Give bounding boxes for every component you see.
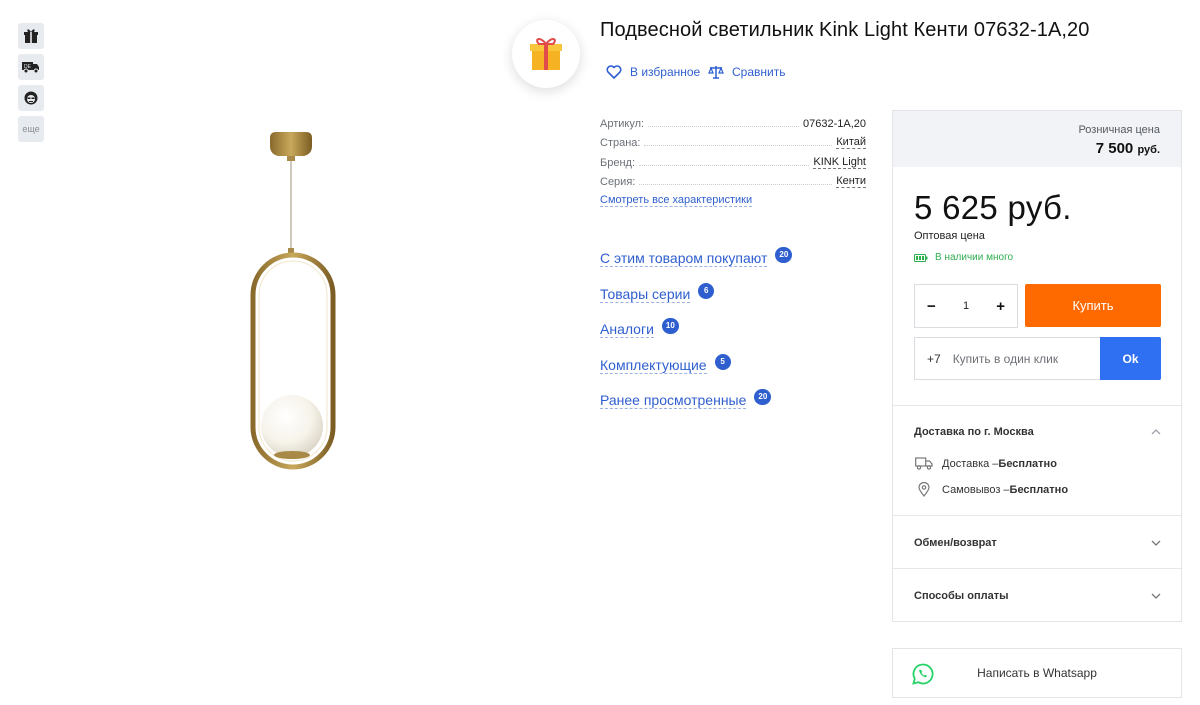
quantity-stepper[interactable]: − 1 + bbox=[914, 284, 1018, 328]
related-link-series[interactable]: Товары серии 6 bbox=[600, 282, 715, 303]
property-dots bbox=[639, 164, 810, 166]
retail-price-value: 7 500 руб. bbox=[1096, 140, 1160, 157]
property-dots bbox=[648, 125, 799, 127]
truck-icon bbox=[915, 457, 933, 470]
product-properties: Артикул: 07632-1A,20 Страна: Китай Бренд… bbox=[600, 110, 866, 188]
property-row: Страна: Китай bbox=[600, 130, 866, 149]
decrease-quantity-button[interactable]: − bbox=[927, 298, 936, 315]
one-click-buy-field: +7 bbox=[914, 337, 1100, 380]
property-value: 07632-1A,20 bbox=[803, 117, 866, 130]
related-label: С этим товаром покупают bbox=[600, 250, 768, 267]
wholesale-price: 5 625 руб. bbox=[914, 189, 1072, 226]
delivery-value: Бесплатно bbox=[998, 457, 1057, 470]
price-panel: Розничная цена 7 500 руб. 5 625 руб. Опт… bbox=[892, 110, 1182, 622]
related-link-bought-together[interactable]: С этим товаром покупают 20 bbox=[600, 246, 793, 267]
divider bbox=[893, 515, 1181, 516]
property-dots bbox=[644, 145, 833, 146]
compare-button[interactable]: Сравнить bbox=[708, 65, 785, 79]
related-label: Ранее просмотренные bbox=[600, 392, 747, 409]
chevron-down-icon[interactable] bbox=[1151, 538, 1161, 548]
product-image[interactable] bbox=[70, 100, 530, 500]
delivery-title[interactable]: Доставка по г. Москва bbox=[914, 426, 1034, 438]
pendant-lamp-illustration bbox=[250, 132, 336, 470]
delivery-label: Доставка – bbox=[942, 457, 999, 470]
retail-price-block: Розничная цена 7 500 руб. bbox=[893, 111, 1181, 167]
property-row: Серия: Кенти bbox=[600, 169, 866, 188]
retail-price-amount: 7 500 bbox=[1095, 140, 1134, 157]
related-link-recently-viewed[interactable]: Ранее просмотренные 20 bbox=[600, 388, 772, 409]
property-row: Артикул: 07632-1A,20 bbox=[600, 110, 866, 130]
property-value-link[interactable]: Кенти bbox=[836, 175, 866, 188]
pickup-label: Самовывоз – bbox=[942, 483, 1010, 496]
sticker-more[interactable]: еще bbox=[18, 116, 44, 142]
property-name: Артикул: bbox=[600, 117, 645, 130]
pickup-value: Бесплатно bbox=[1009, 483, 1069, 496]
payment-title[interactable]: Способы оплаты bbox=[914, 590, 1009, 602]
property-name: Бренд: bbox=[600, 156, 636, 169]
one-click-ok-button[interactable]: Ok bbox=[1100, 337, 1161, 380]
compare-label: Сравнить bbox=[732, 65, 786, 79]
increase-quantity-button[interactable]: + bbox=[996, 298, 1005, 315]
whatsapp-label: Написать в Whatsapp bbox=[977, 666, 1097, 680]
property-value-link[interactable]: Китай bbox=[836, 136, 866, 149]
stock-status: В наличии много bbox=[914, 252, 1013, 263]
exchange-title[interactable]: Обмен/возврат bbox=[914, 537, 997, 549]
add-to-favorites-button[interactable]: В избранное bbox=[606, 65, 700, 79]
related-label: Комплектующие bbox=[600, 357, 707, 374]
chevron-down-icon[interactable] bbox=[1151, 591, 1161, 601]
scales-icon bbox=[708, 66, 724, 79]
gift-box-icon bbox=[530, 38, 562, 70]
related-link-accessories[interactable]: Комплектующие 5 bbox=[600, 353, 731, 374]
wholesale-price-label: Оптовая цена bbox=[914, 230, 985, 242]
person-icon bbox=[24, 91, 38, 105]
all-characteristics-link[interactable]: Смотреть все характеристики bbox=[600, 194, 753, 207]
property-value-link[interactable]: KINK Light bbox=[813, 156, 866, 169]
svg-text:DE: DE bbox=[24, 64, 32, 70]
related-label: Аналоги bbox=[600, 321, 654, 338]
count-badge: 20 bbox=[775, 246, 793, 263]
property-dots bbox=[639, 184, 833, 185]
sticker-person[interactable] bbox=[18, 85, 44, 111]
related-label: Товары серии bbox=[600, 286, 691, 303]
phone-prefix: +7 bbox=[927, 351, 941, 366]
heart-icon bbox=[606, 65, 622, 79]
count-badge: 20 bbox=[754, 388, 772, 405]
property-name: Серия: bbox=[600, 176, 636, 188]
sticker-gift[interactable] bbox=[18, 23, 44, 49]
property-name: Страна: bbox=[600, 137, 641, 149]
delivery-row-courier: Доставка – Бесплатно bbox=[914, 457, 1057, 470]
location-pin-icon bbox=[918, 482, 930, 497]
battery-icon bbox=[914, 253, 928, 262]
count-badge: 5 bbox=[714, 353, 731, 370]
related-link-analogs[interactable]: Аналоги 10 bbox=[600, 317, 679, 338]
retail-price-currency: руб. bbox=[1137, 144, 1160, 156]
quantity-value[interactable]: 1 bbox=[963, 300, 969, 312]
property-row: Бренд: KINK Light bbox=[600, 149, 866, 169]
count-badge: 6 bbox=[698, 282, 715, 299]
phone-input[interactable] bbox=[950, 350, 1095, 367]
stock-label: В наличии много bbox=[935, 252, 1014, 263]
retail-price-label: Розничная цена bbox=[1078, 124, 1160, 136]
more-label: еще bbox=[22, 124, 40, 134]
gift-badge[interactable] bbox=[512, 20, 580, 88]
divider bbox=[893, 405, 1181, 406]
buy-button[interactable]: Купить bbox=[1025, 284, 1161, 327]
divider bbox=[893, 568, 1181, 569]
sticker-delivery[interactable]: DE bbox=[18, 54, 44, 80]
product-title: Подвесной светильник Kink Light Кенти 07… bbox=[600, 19, 1090, 41]
gift-icon bbox=[24, 29, 38, 43]
delivery-row-pickup: Самовывоз – Бесплатно bbox=[914, 482, 1068, 497]
count-badge: 10 bbox=[661, 317, 679, 334]
truck-icon: DE bbox=[22, 62, 39, 74]
whatsapp-button[interactable]: Написать в Whatsapp bbox=[892, 648, 1182, 698]
favorites-label: В избранное bbox=[630, 65, 701, 79]
chevron-up-icon[interactable] bbox=[1151, 427, 1161, 437]
